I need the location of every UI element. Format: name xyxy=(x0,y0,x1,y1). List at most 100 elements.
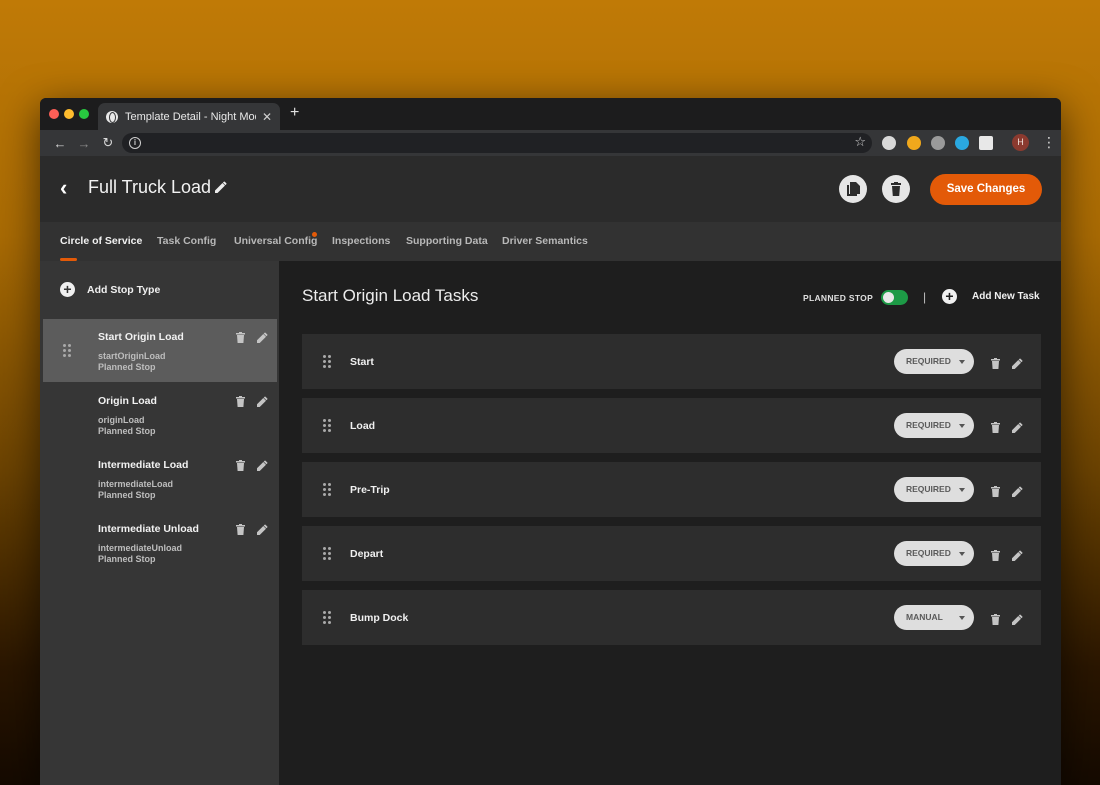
stop-key: startOriginLoad xyxy=(98,351,166,361)
page-title: Full Truck Load xyxy=(88,177,212,197)
extension-icon[interactable] xyxy=(882,136,896,150)
tab-universal-config[interactable]: Universal Config xyxy=(234,235,317,247)
trash-icon[interactable] xyxy=(236,394,245,412)
pencil-icon[interactable] xyxy=(257,458,268,476)
stop-item-intermediate-unload[interactable]: Intermediate Unload intermediateUnload P… xyxy=(43,511,277,574)
stop-key: intermediateUnload xyxy=(98,543,183,553)
pencil-icon[interactable] xyxy=(257,330,268,348)
stop-item-intermediate-load[interactable]: Intermediate Load intermediateLoad Plann… xyxy=(43,447,277,510)
drag-handle-icon[interactable] xyxy=(323,547,331,565)
add-new-task-button[interactable]: + Add New Task xyxy=(942,289,1040,304)
maximize-window-button[interactable] xyxy=(79,109,89,119)
stop-item-start-origin-load[interactable]: Start Origin Load startOriginLoad Planne… xyxy=(43,319,277,382)
tab-bar: Circle of Service Task Config Universal … xyxy=(40,222,1061,261)
site-info-icon[interactable]: i xyxy=(129,137,141,149)
requirement-select[interactable]: REQUIRED xyxy=(894,349,974,374)
pencil-icon[interactable] xyxy=(1012,484,1023,502)
tab-driver-semantics[interactable]: Driver Semantics xyxy=(502,235,588,247)
add-stop-type-button[interactable]: + Add Stop Type xyxy=(60,282,160,297)
task-panel: Start Origin Load Tasks PLANNED STOP | +… xyxy=(279,261,1061,785)
trash-icon[interactable] xyxy=(991,484,1000,502)
planned-stop-toggle[interactable] xyxy=(881,290,908,305)
task-row[interactable]: Depart REQUIRED xyxy=(302,526,1041,581)
task-row[interactable]: Load REQUIRED xyxy=(302,398,1041,453)
bookmark-star-icon[interactable]: ☆ xyxy=(854,134,866,150)
requirement-select[interactable]: REQUIRED xyxy=(894,477,974,502)
edit-title-icon[interactable] xyxy=(214,180,228,199)
drag-handle-icon[interactable] xyxy=(63,344,71,362)
stop-item-origin-load[interactable]: Origin Load originLoad Planned Stop xyxy=(43,383,277,446)
caret-down-icon xyxy=(959,424,965,428)
browser-tab[interactable]: Template Detail - Night Mode.png ✕ xyxy=(98,103,280,130)
back-chevron-icon[interactable]: ‹ xyxy=(60,176,67,200)
tab-circle-of-service[interactable]: Circle of Service xyxy=(60,235,142,247)
browser-tab-title: Template Detail - Night Mode.png xyxy=(125,110,256,123)
pencil-icon[interactable] xyxy=(257,394,268,412)
add-stop-type-label: Add Stop Type xyxy=(87,283,161,296)
delete-template-button[interactable] xyxy=(882,175,910,203)
requirement-value: REQUIRED xyxy=(906,420,951,430)
requirement-select[interactable]: REQUIRED xyxy=(894,413,974,438)
tab-task-config[interactable]: Task Config xyxy=(157,235,216,247)
minimize-window-button[interactable] xyxy=(64,109,74,119)
pencil-icon[interactable] xyxy=(257,522,268,540)
extension-icon[interactable] xyxy=(907,136,921,150)
reload-icon[interactable]: ↻ xyxy=(96,135,120,151)
stop-type: Planned Stop xyxy=(98,426,156,436)
task-name: Pre-Trip xyxy=(350,484,390,496)
trash-icon[interactable] xyxy=(991,612,1000,630)
task-name: Start xyxy=(350,356,374,368)
add-new-task-label: Add New Task xyxy=(972,291,1040,302)
drag-handle-icon[interactable] xyxy=(323,355,331,373)
requirement-value: MANUAL xyxy=(906,612,943,622)
pencil-icon[interactable] xyxy=(1012,420,1023,438)
caret-down-icon xyxy=(959,616,965,620)
trash-icon[interactable] xyxy=(991,356,1000,374)
task-row[interactable]: Start REQUIRED xyxy=(302,334,1041,389)
trash-icon[interactable] xyxy=(991,420,1000,438)
plus-circle-icon: + xyxy=(942,289,957,304)
task-name: Load xyxy=(350,420,376,432)
duplicate-button[interactable] xyxy=(839,175,867,203)
close-window-button[interactable] xyxy=(49,109,59,119)
trash-icon xyxy=(891,182,901,196)
pencil-icon[interactable] xyxy=(1012,612,1023,630)
trash-icon[interactable] xyxy=(236,522,245,540)
checklist-extension-icon[interactable] xyxy=(979,136,993,150)
browser-menu-icon[interactable]: ⋮ xyxy=(1042,134,1056,150)
task-row[interactable]: Bump Dock MANUAL xyxy=(302,590,1041,645)
tab-inspections[interactable]: Inspections xyxy=(332,235,390,247)
stop-name: Intermediate Load xyxy=(98,459,189,471)
close-tab-icon[interactable]: ✕ xyxy=(262,110,272,124)
forward-arrow-icon[interactable]: → xyxy=(72,136,96,151)
pencil-icon[interactable] xyxy=(1012,356,1023,374)
extension-icon[interactable] xyxy=(931,136,945,150)
new-tab-button[interactable]: + xyxy=(290,104,299,122)
trash-icon[interactable] xyxy=(236,458,245,476)
stop-type-sidebar: + Add Stop Type Start Origin Load startO… xyxy=(40,261,279,785)
trash-icon[interactable] xyxy=(991,548,1000,566)
stop-key: originLoad xyxy=(98,415,145,425)
task-row[interactable]: Pre-Trip REQUIRED xyxy=(302,462,1041,517)
stop-name: Start Origin Load xyxy=(98,331,184,343)
browser-toolbar: ← → ↻ i ☆ H ⋮ xyxy=(40,130,1061,156)
stop-name: Intermediate Unload xyxy=(98,523,199,535)
requirement-select[interactable]: REQUIRED xyxy=(894,541,974,566)
back-arrow-icon[interactable]: ← xyxy=(48,136,72,151)
requirement-value: REQUIRED xyxy=(906,548,951,558)
trash-icon[interactable] xyxy=(236,330,245,348)
app-header: ‹ Full Truck Load Save Changes xyxy=(40,156,1061,222)
task-name: Depart xyxy=(350,548,384,560)
requirement-select[interactable]: MANUAL xyxy=(894,605,974,630)
browser-window: Template Detail - Night Mode.png ✕ + ← →… xyxy=(40,98,1061,785)
save-changes-button[interactable]: Save Changes xyxy=(930,174,1042,205)
tab-supporting-data[interactable]: Supporting Data xyxy=(406,235,488,247)
drag-handle-icon[interactable] xyxy=(323,611,331,629)
extension-icon[interactable] xyxy=(955,136,969,150)
drag-handle-icon[interactable] xyxy=(323,483,331,501)
drag-handle-icon[interactable] xyxy=(323,419,331,437)
profile-avatar[interactable]: H xyxy=(1012,134,1029,151)
task-name: Bump Dock xyxy=(350,612,409,624)
pencil-icon[interactable] xyxy=(1012,548,1023,566)
address-bar[interactable]: i ☆ xyxy=(122,133,872,153)
